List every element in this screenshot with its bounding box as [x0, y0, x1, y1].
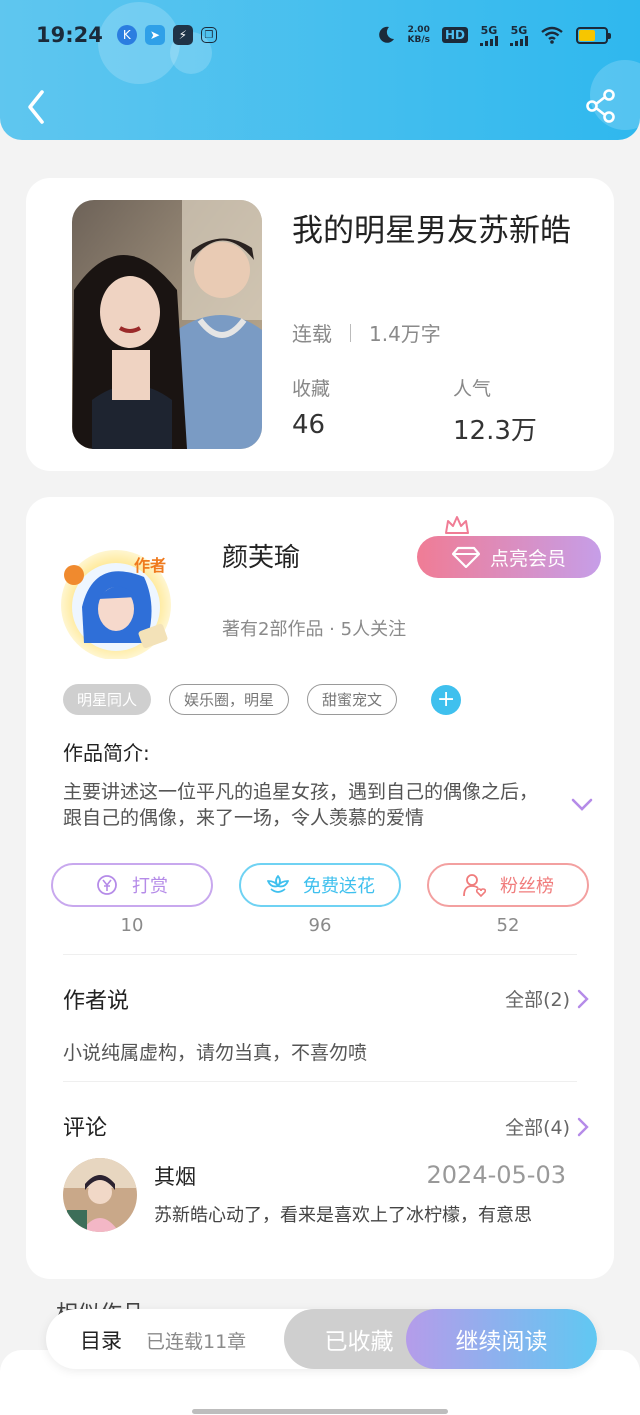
fan-count: 52 [496, 915, 520, 936]
tag-item[interactable]: 甜蜜宠文 [307, 684, 398, 715]
share-button[interactable] [584, 88, 618, 124]
copy-icon: ❐ [200, 27, 217, 43]
comments-all-link[interactable]: 全部(4) [505, 1113, 590, 1140]
home-indicator[interactable] [192, 1409, 448, 1414]
author-avatar[interactable]: 作者 [54, 547, 178, 659]
user-heart-icon [463, 874, 487, 898]
sim2-label: 5G [510, 23, 528, 37]
flower-icon [267, 875, 289, 893]
send-flower-button[interactable]: 免费送花 [239, 863, 401, 907]
status-time: 19:24 [36, 23, 103, 47]
book-title: 我的明星男友苏新皓 [292, 213, 571, 249]
signal-sim1: 5G [480, 25, 498, 46]
author-says-all-link[interactable]: 全部(2) [505, 985, 590, 1012]
divider [63, 1081, 577, 1082]
book-detail-card: 作者 颜芙瑜 著有2部作品 · 5人关注 点亮会员 明星同人 娱乐圈，明星 甜蜜… [26, 497, 614, 1279]
author-name[interactable]: 颜芙瑜 [222, 537, 300, 574]
fan-ranking-button[interactable]: 粉丝榜 [427, 863, 589, 907]
k-app-icon: K [116, 25, 137, 45]
comments-all-label: 全部(4) [505, 1117, 570, 1139]
comment-text: 苏新皓心动了，看来是喜欢上了冰柠檬，有意思 [154, 1205, 532, 1226]
wifi-icon [541, 26, 563, 44]
author-says-title: 作者说 [63, 989, 130, 1014]
expand-chevron-down-icon[interactable] [570, 795, 594, 813]
chevron-right-icon [577, 989, 589, 1008]
tag-list: 明星同人 娱乐圈，明星 甜蜜宠文 + [63, 684, 462, 715]
net-speed-unit: KB/s [407, 35, 430, 45]
net-speed: 2.00 KB/s [408, 25, 430, 45]
send-flower-label: 免费送花 [303, 876, 375, 897]
popularity-value: 12.3万 [453, 416, 537, 446]
diamond-icon [451, 546, 480, 568]
fan-ranking-label: 粉丝榜 [500, 876, 554, 897]
bottom-action-bar: 目录 已连载11章 已收藏 继续阅读 [46, 1309, 597, 1369]
top-header: 19:24 K ➤ ⚡ ❐ 2.00 KB/s HD 5G 5G [0, 0, 640, 140]
reward-button[interactable]: 打赏 [51, 863, 213, 907]
author-meta: 著有2部作品 · 5人关注 [222, 619, 407, 640]
moon-icon [378, 26, 394, 43]
sim1-label: 5G [480, 23, 498, 37]
intro-label: 作品简介: [63, 741, 150, 765]
favorites-label: 收藏 [292, 378, 331, 400]
battery-icon [576, 26, 611, 44]
chapter-count: 已连载11章 [146, 1331, 247, 1353]
reward-count: 10 [120, 915, 144, 936]
toc-button[interactable]: 目录 [80, 1325, 122, 1355]
vip-button[interactable]: 点亮会员 [417, 536, 601, 578]
back-button[interactable] [20, 88, 54, 126]
status-bar: 19:24 K ➤ ⚡ ❐ 2.00 KB/s HD 5G 5G [0, 0, 640, 70]
comment-date: 2024-05-03 [426, 1161, 566, 1189]
tag-item[interactable]: 明星同人 [63, 684, 152, 715]
chevron-right-icon [577, 1117, 589, 1136]
tag-item[interactable]: 娱乐圈，明星 [169, 684, 290, 715]
yen-coin-icon [97, 875, 117, 895]
intro-text: 主要讲述这一位平凡的追星女孩，遇到自己的偶像之后，跟自己的偶像，来了一场，令人羡… [63, 781, 539, 829]
reward-label: 打赏 [132, 876, 168, 897]
comment-username[interactable]: 其烟 [154, 1161, 196, 1191]
book-cover-image[interactable] [72, 200, 262, 449]
vip-button-label: 点亮会员 [489, 547, 566, 570]
bolt-app-icon: ⚡ [172, 25, 193, 45]
book-status: 连载 [292, 322, 332, 346]
author-says-all-label: 全部(2) [505, 989, 570, 1011]
crown-icon [445, 516, 469, 534]
hd-badge: HD [441, 27, 468, 43]
add-tag-button[interactable]: + [431, 684, 462, 715]
flower-count: 96 [308, 915, 332, 936]
meta-divider [350, 323, 351, 342]
popularity-label: 人气 [453, 378, 492, 400]
avatar-author-badge: 作者 [134, 556, 166, 575]
commenter-avatar[interactable] [63, 1158, 137, 1232]
book-word-count: 1.4万字 [369, 322, 441, 346]
book-meta: 连载 1.4万字 [292, 318, 441, 347]
comments-title: 评论 [63, 1116, 108, 1141]
net-speed-value: 2.00 [407, 25, 430, 35]
paper-plane-icon: ➤ [144, 25, 165, 45]
favorites-value: 46 [292, 410, 326, 440]
divider [63, 954, 577, 955]
book-info-card: 我的明星男友苏新皓 连载 1.4万字 收藏 46 人气 12.3万 [26, 178, 614, 471]
author-says-text: 小说纯属虚构，请勿当真，不喜勿喷 [63, 1042, 368, 1064]
signal-sim2: 5G [510, 25, 528, 46]
continue-reading-button[interactable]: 继续阅读 [406, 1309, 597, 1369]
